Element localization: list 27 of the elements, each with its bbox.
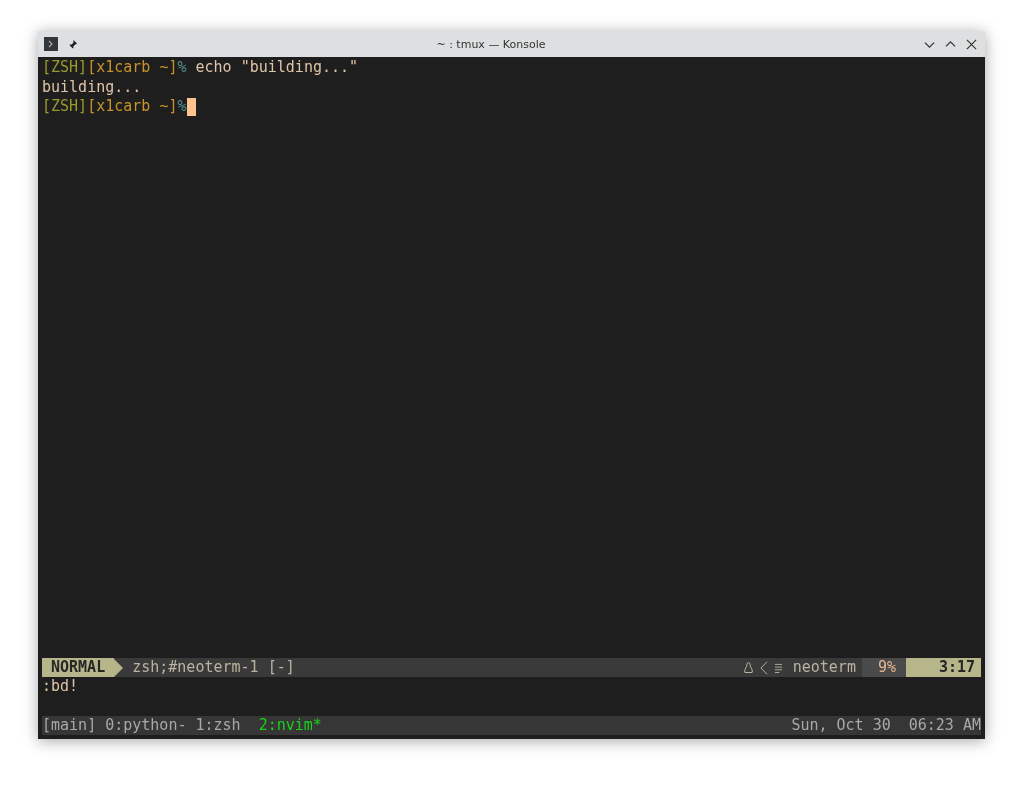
terminal-text: % [177,58,187,78]
separator-arrow-icon [114,658,124,677]
date-label: Sun, Oct 30 [791,716,891,735]
terminal-text: [ZSH] [42,97,88,117]
tmux-window-tab[interactable]: 2:nvim* [258,716,322,735]
terminal-text: echo "building..." [194,58,359,78]
pin-icon[interactable] [67,38,78,50]
terminal-text: % [177,97,187,117]
file-name: zsh;#neoterm-1 [-] [132,657,295,678]
scroll-percent: 9% [861,658,906,677]
command-line: :bd! [42,677,80,697]
mode-indicator: NORMAL [42,658,115,677]
tmux-window-tab[interactable]: 1:zsh [195,716,241,735]
tmux-window-tab[interactable]: 0:python- [105,716,187,735]
terminal-text: [ZSH] [42,58,88,78]
maximize-button[interactable] [945,38,956,50]
terminal-text: [x1carb ~] [87,97,178,117]
terminal-text: building... [42,77,142,97]
close-button[interactable] [966,38,977,50]
filetype-label: neoterm [792,657,856,678]
cursor-position: 3:17 [906,658,981,677]
terminal-icon[interactable] [44,37,58,51]
terminal-text: [x1carb ~] [87,58,178,78]
session-name: [main] [42,716,97,735]
time-label: 06:23 AM [908,716,981,735]
chevron-icon [758,660,768,675]
window-title: ~ : tmux — Konsole [435,37,547,51]
